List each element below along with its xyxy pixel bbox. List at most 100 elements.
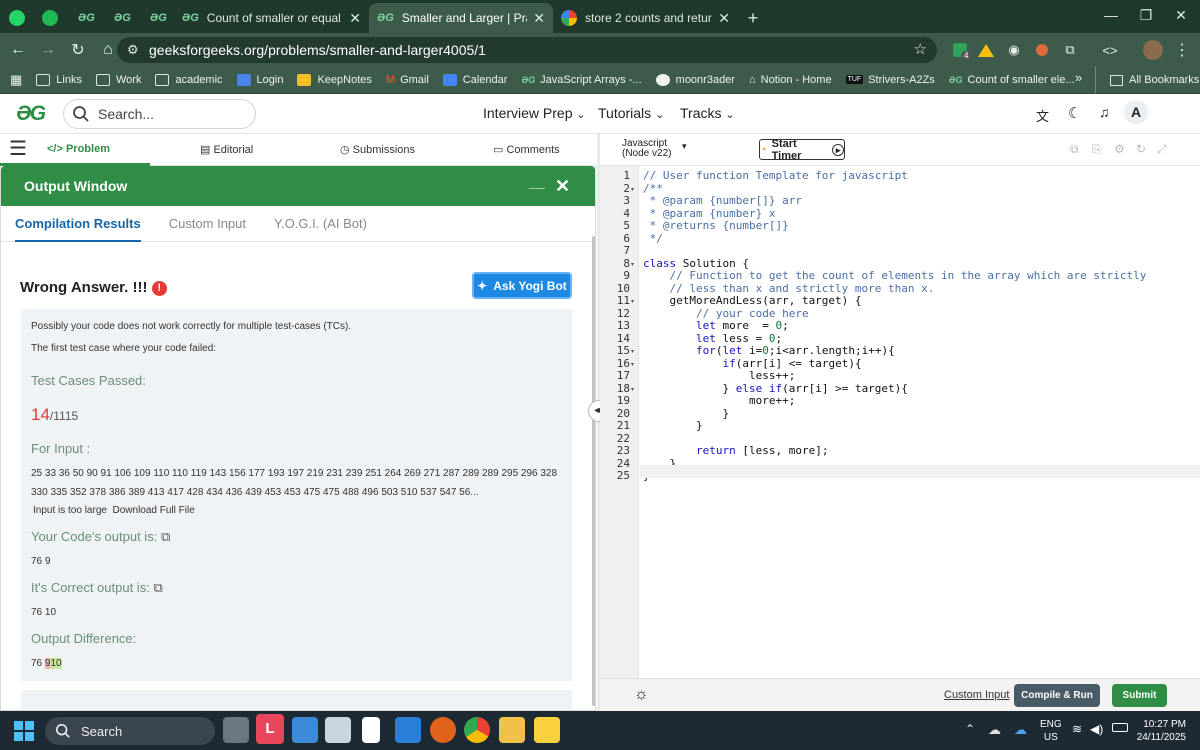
- close-output-icon[interactable]: ✕: [555, 176, 570, 197]
- code-line[interactable]: return [less, more];: [643, 444, 828, 458]
- compile-run-button[interactable]: Compile & Run: [1014, 684, 1100, 707]
- clock[interactable]: 10:27 PM 24/11/2025: [1136, 718, 1186, 744]
- nav-tracks[interactable]: Tracks ⌄: [680, 105, 735, 121]
- tab-gfg-1[interactable]: ƏG: [66, 3, 102, 33]
- onedrive-icon[interactable]: ☁: [1014, 722, 1027, 738]
- bookmark-links[interactable]: Links: [36, 73, 82, 86]
- drive-icon[interactable]: [976, 40, 996, 60]
- tab-spotify[interactable]: [33, 3, 66, 33]
- snipping-tool-icon[interactable]: [325, 717, 351, 743]
- tab-smaller-and-larger[interactable]: ƏG Smaller and Larger | Practice | G ✕: [369, 3, 553, 33]
- settings-icon[interactable]: ⚙: [1114, 142, 1125, 156]
- photos-icon[interactable]: [292, 717, 318, 743]
- taskbar-search[interactable]: Search: [45, 717, 215, 745]
- nav-tutorials[interactable]: Tutorials ⌄: [598, 105, 664, 121]
- profile-avatar[interactable]: [1143, 40, 1163, 60]
- cloud-icon[interactable]: ☁: [988, 722, 1001, 738]
- restore-window-icon[interactable]: ❐: [1127, 0, 1165, 30]
- gfg-logo[interactable]: ƏG: [16, 102, 46, 126]
- browser-menu-icon[interactable]: ⋮: [1172, 40, 1192, 60]
- bookmark-keepnotes[interactable]: KeepNotes: [297, 73, 372, 86]
- fold-arrow-icon[interactable]: ▾: [631, 298, 634, 305]
- wifi-icon[interactable]: ≋: [1072, 722, 1082, 736]
- address-bar[interactable]: ⚙ geeksforgeeks.org/problems/smaller-and…: [117, 37, 937, 63]
- tab-comments[interactable]: ▭ Comments: [493, 143, 560, 156]
- vscode-icon[interactable]: [395, 717, 421, 743]
- windows-start-icon[interactable]: [14, 721, 34, 741]
- tab-editorial[interactable]: ▤ Editorial: [200, 143, 253, 156]
- sticky-notes-icon[interactable]: [534, 717, 560, 743]
- copy-icon[interactable]: ⧉: [161, 529, 170, 544]
- tab-whatsapp[interactable]: [0, 3, 33, 33]
- download-full-file-link[interactable]: Download Full File: [113, 505, 195, 516]
- all-bookmarks-button[interactable]: All Bookmarks: [1095, 66, 1199, 94]
- dark-mode-icon[interactable]: ☾: [1068, 104, 1081, 122]
- code-line[interactable]: more++;: [643, 394, 795, 408]
- code-line[interactable]: }: [643, 419, 703, 433]
- bookmark-github[interactable]: moonr3ader: [655, 73, 735, 86]
- extensions-puzzle-icon[interactable]: ⧉: [1060, 40, 1080, 60]
- new-tab-button[interactable]: +: [738, 3, 768, 33]
- language-indicator[interactable]: ENG US: [1040, 718, 1062, 744]
- brightness-icon[interactable]: ☼: [634, 686, 649, 704]
- bookmark-star-icon[interactable]: ☆: [914, 40, 927, 58]
- nav-interview-prep[interactable]: Interview Prep ⌄: [483, 105, 586, 121]
- volume-icon[interactable]: ◀): [1090, 722, 1103, 736]
- bookmark-count-smaller[interactable]: ƏG Count of smaller ele...: [949, 74, 1075, 86]
- extension-icon[interactable]: [1032, 40, 1052, 60]
- brave-icon[interactable]: [430, 717, 456, 743]
- code-line[interactable]: for(let i=0;i<arr.length;i++){: [643, 344, 895, 358]
- tab-compilation-results[interactable]: Compilation Results: [15, 206, 141, 242]
- tab-gfg-2[interactable]: ƏG: [102, 3, 138, 33]
- more-bookmarks-button[interactable]: »: [1075, 70, 1082, 85]
- notepad-icon[interactable]: [362, 717, 380, 743]
- site-search-box[interactable]: Search...: [63, 99, 256, 129]
- fold-arrow-icon[interactable]: ▾: [631, 386, 634, 393]
- battery-icon[interactable]: [1112, 723, 1128, 732]
- copy-icon[interactable]: ⧉: [153, 580, 162, 595]
- code-line[interactable]: * @returns {number[]}: [643, 219, 789, 233]
- save-code-icon[interactable]: ⎘: [1092, 142, 1102, 157]
- close-tab-icon[interactable]: ✕: [527, 10, 545, 27]
- translate-icon[interactable]: 文: [1036, 106, 1049, 125]
- code-line[interactable]: let more = 0;: [643, 319, 789, 333]
- minimize-window-icon[interactable]: —: [1092, 0, 1130, 30]
- tab-yogi-bot[interactable]: Y.O.G.I. (AI Bot): [274, 216, 367, 231]
- app-l-icon[interactable]: L: [256, 714, 284, 744]
- fold-arrow-icon[interactable]: ▾: [631, 261, 634, 268]
- devtools-icon[interactable]: <>: [1100, 40, 1120, 60]
- apps-grid-icon[interactable]: ▦: [10, 72, 22, 88]
- bookmark-strivers[interactable]: TUF Strivers-A2Zs: [845, 74, 935, 86]
- fold-arrow-icon[interactable]: ▾: [631, 186, 634, 193]
- tab-count-smaller[interactable]: ƏG Count of smaller or equal eleme ✕: [174, 3, 369, 33]
- site-info-icon[interactable]: ⚙: [127, 42, 139, 58]
- fold-arrow-icon[interactable]: ▾: [631, 361, 634, 368]
- fold-arrow-icon[interactable]: ▾: [631, 348, 634, 355]
- back-icon[interactable]: ←: [3, 35, 33, 65]
- bookmark-calendar[interactable]: Calendar: [442, 73, 507, 86]
- custom-input-link[interactable]: Custom Input: [944, 689, 1009, 701]
- menu-icon[interactable]: ☰: [9, 139, 27, 159]
- code-line[interactable]: // User function Template for javascript: [643, 169, 908, 183]
- ask-yogi-bot-button[interactable]: ✦ Ask Yogi Bot: [472, 272, 572, 299]
- task-view-icon[interactable]: [223, 717, 249, 743]
- notification-bell-icon[interactable]: ♫: [1099, 104, 1110, 120]
- submit-button[interactable]: Submit: [1112, 684, 1167, 707]
- chevron-up-icon[interactable]: ⌃: [965, 722, 975, 736]
- bookmark-js-arrays[interactable]: ƏG JavaScript Arrays -...: [521, 74, 641, 86]
- close-tab-icon[interactable]: ✕: [712, 10, 730, 27]
- bookmark-notion[interactable]: ⌂ Notion - Home: [749, 74, 832, 86]
- search-input[interactable]: Search...: [98, 106, 154, 122]
- camera-icon[interactable]: ◉: [1004, 40, 1024, 60]
- minimize-output-icon[interactable]: __: [529, 174, 545, 190]
- file-explorer-icon[interactable]: [499, 717, 525, 743]
- tab-custom-input[interactable]: Custom Input: [169, 216, 246, 231]
- scrollbar[interactable]: [592, 236, 595, 706]
- tab-gfg-3[interactable]: ƏG: [138, 3, 174, 33]
- forward-icon[interactable]: →: [33, 35, 63, 65]
- language-select[interactable]: Javascript (Node v22): [622, 139, 671, 159]
- chrome-icon[interactable]: [464, 717, 490, 743]
- code-editor[interactable]: // User function Template for javascript…: [640, 166, 1200, 678]
- reset-code-icon[interactable]: ↻: [1136, 142, 1146, 156]
- bookmark-work[interactable]: Work: [95, 73, 141, 86]
